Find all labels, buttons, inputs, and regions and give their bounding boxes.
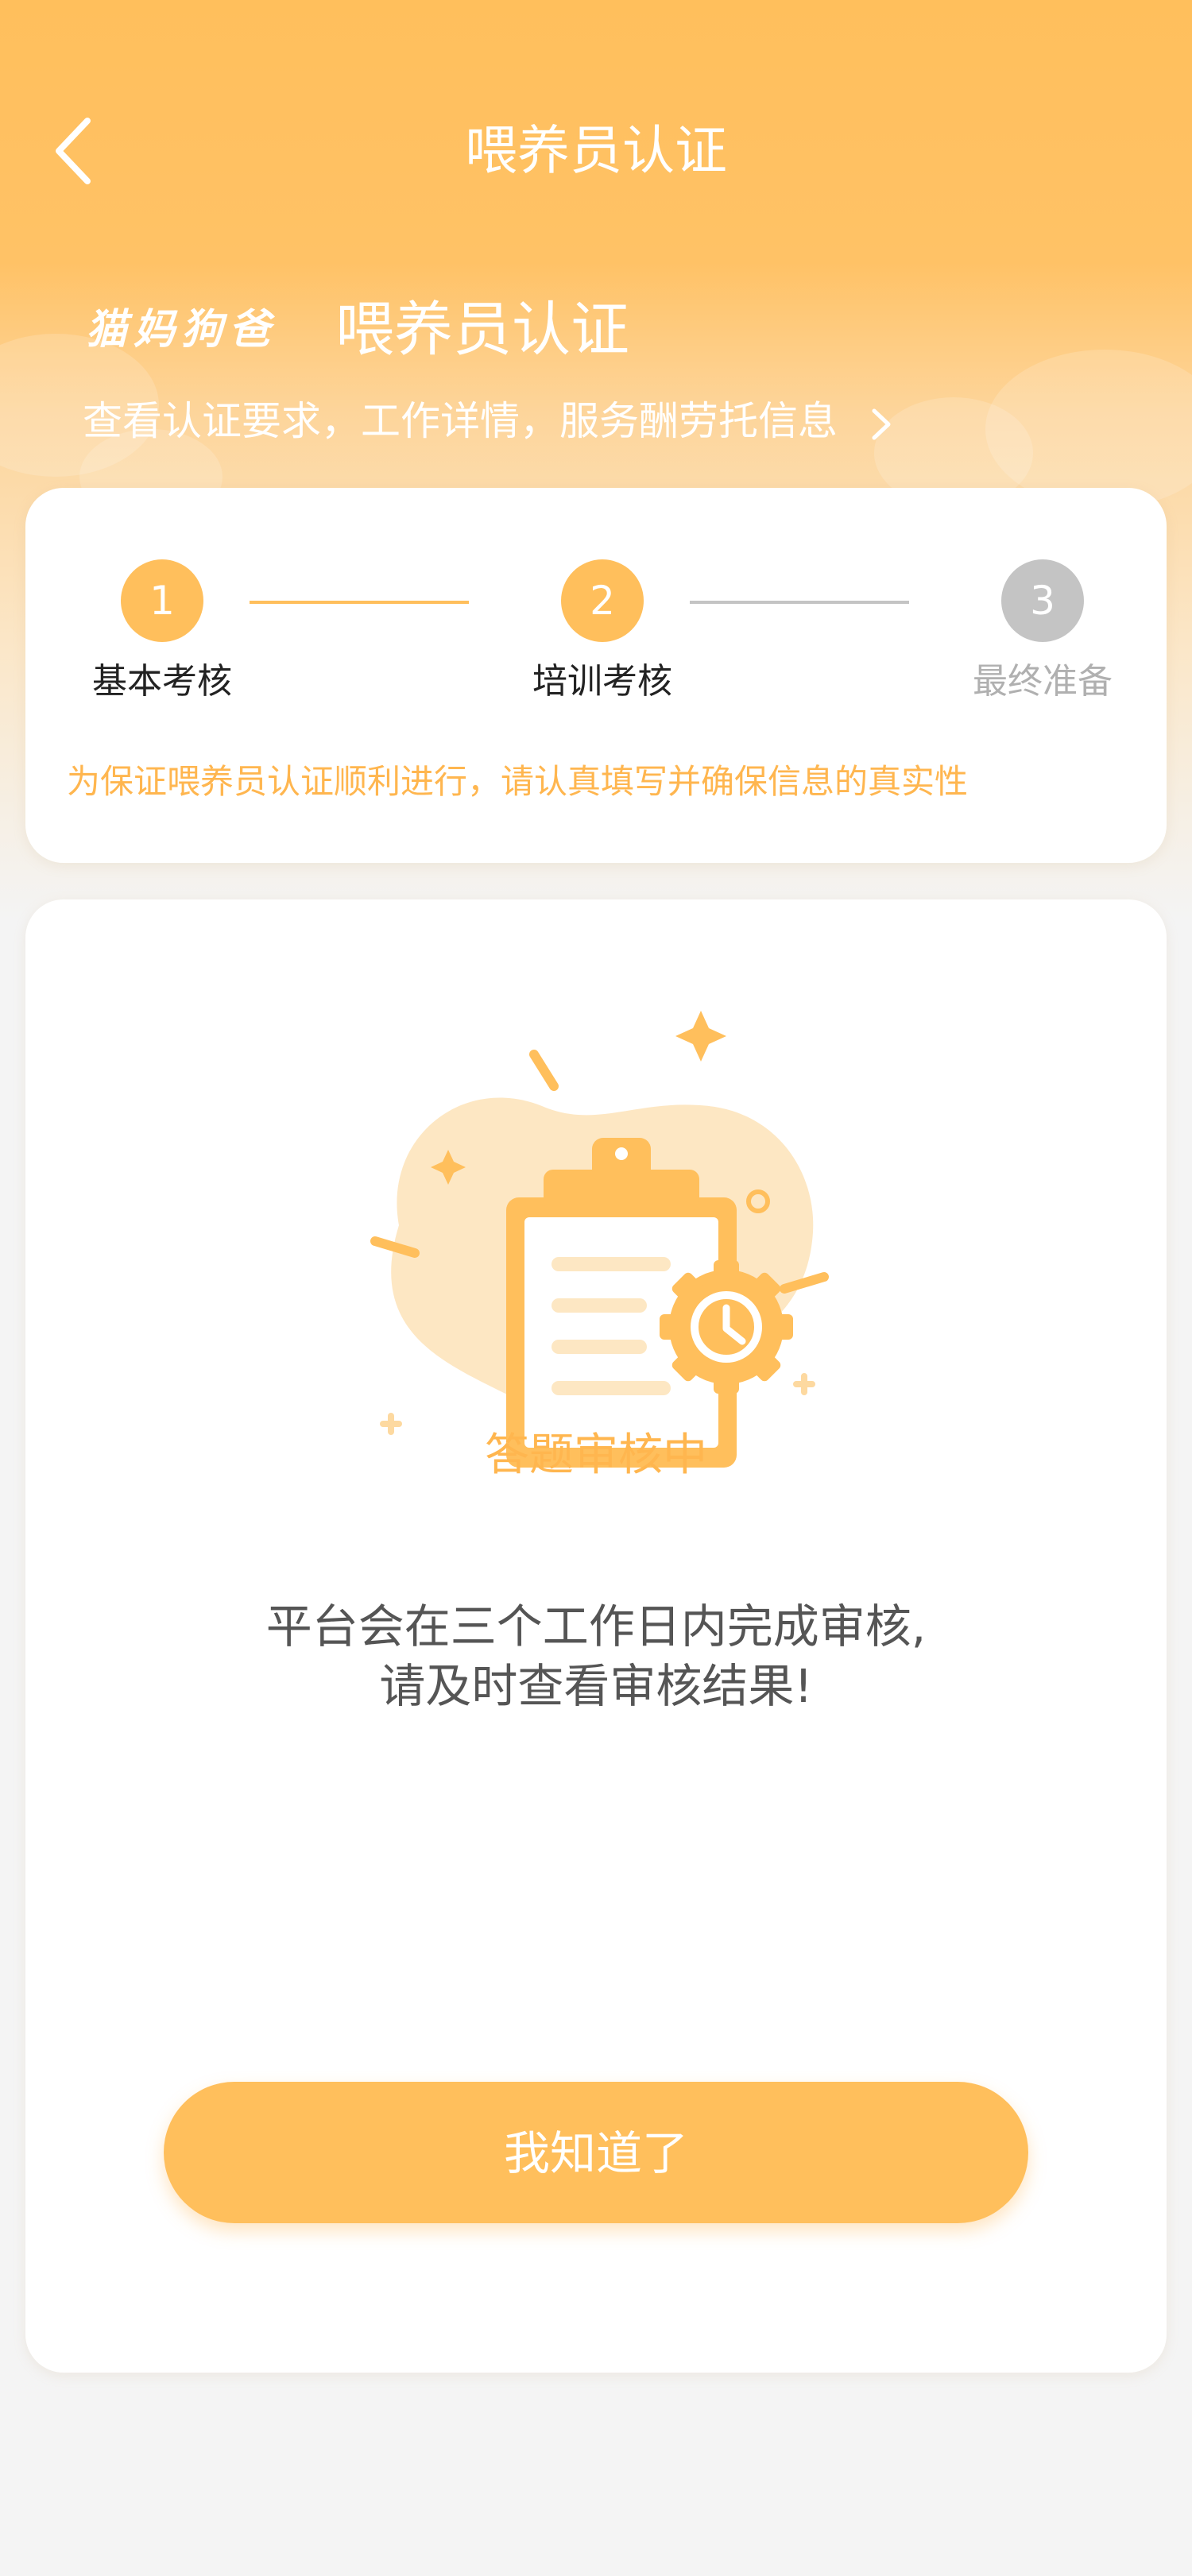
requirements-link[interactable]: 查看认证要求，工作详情，服务酬劳托信息: [83, 393, 896, 449]
page-title: 喂养员认证: [465, 120, 727, 181]
step-number: 3: [1001, 559, 1084, 642]
step-label: 培训考核: [532, 661, 672, 702]
brand-logo: 猫妈狗爸: [86, 306, 277, 354]
step-label: 基本考核: [92, 661, 232, 702]
step-number: 2: [561, 559, 644, 642]
step-basic-assessment: 1 基本考核: [67, 559, 257, 706]
step-connector: [690, 601, 909, 604]
status-message-line2: 请及时查看审核结果!: [379, 1659, 813, 1713]
steps-card: 1 基本考核 2 培训考核 3 最终准备 为保证喂养员认证顺利进行，请认真填写并…: [25, 488, 1167, 863]
step-label: 最终准备: [973, 661, 1113, 702]
notice-text: 为保证喂养员认证顺利进行，请认真填写并确保信息的真实性: [67, 762, 969, 801]
status-message-line1: 平台会在三个工作日内完成审核,: [265, 1599, 927, 1654]
step-training-assessment: 2 培训考核: [507, 559, 698, 706]
step-connector: [250, 601, 469, 604]
step-final-preparation: 3 最终准备: [947, 559, 1138, 706]
step-number: 1: [121, 559, 203, 642]
requirements-link-label: 查看认证要求，工作详情，服务酬劳托信息: [83, 398, 838, 444]
review-status-card: 答题审核中 平台会在三个工作日内完成审核, 请及时查看审核结果! 我知道了: [25, 899, 1167, 2373]
brand-title: 喂养员认证: [335, 296, 629, 364]
status-title: 答题审核中: [485, 1429, 707, 1481]
acknowledge-button[interactable]: 我知道了: [164, 2082, 1028, 2223]
chevron-right-icon: [872, 408, 891, 439]
